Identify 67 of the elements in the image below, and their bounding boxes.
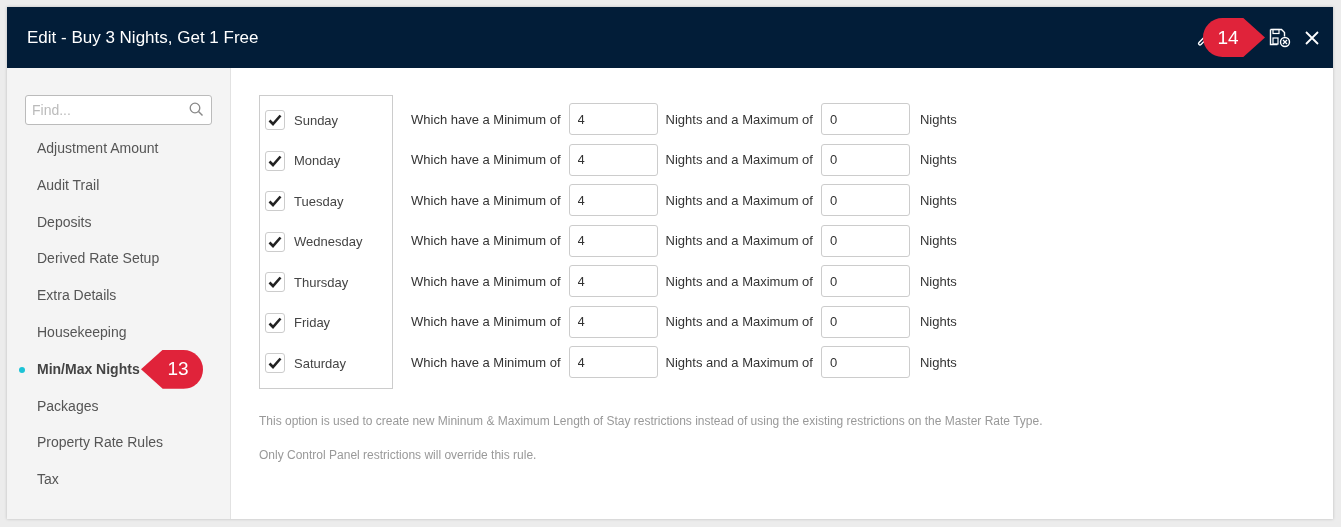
minimum-field[interactable]: 4 (568, 103, 658, 136)
minimum-label: Which have a Minimum of (411, 354, 561, 370)
minimum-label: Which have a Minimum of (411, 314, 561, 330)
minimum-field[interactable]: 4 (568, 143, 658, 176)
minimum-label: Which have a Minimum of (411, 233, 561, 249)
sidebar-item[interactable]: Tax (19, 461, 212, 498)
nights-label: Nights (919, 233, 957, 249)
nights-label: Nights (919, 111, 957, 127)
maximum-field[interactable]: 0 (820, 143, 910, 176)
nights-label: Nights (919, 152, 957, 168)
maximum-field[interactable]: 0 (820, 346, 910, 379)
minimum-label: Which have a Minimum of (411, 152, 561, 168)
close-icon[interactable] (1305, 30, 1319, 45)
nights-label: Nights (919, 354, 957, 370)
maximum-field[interactable]: 0 (820, 184, 910, 217)
sidebar-item[interactable]: Property Rate Rules (19, 424, 212, 462)
minimum-label: Which have a Minimum of (411, 111, 561, 127)
sidebar-item[interactable]: Derived Rate Setup (19, 240, 212, 278)
sidebar-item[interactable]: Extra Details (19, 277, 212, 314)
callout-tooltip: 13 (141, 349, 203, 389)
day-label: Thursday (294, 274, 349, 290)
save-close-icon[interactable] (1269, 27, 1291, 48)
minimum-field[interactable]: 4 (568, 305, 658, 338)
minimum-field[interactable]: 4 (568, 265, 658, 298)
search-icon (189, 102, 204, 117)
maximum-label: Nights and a Maximum of (665, 233, 813, 249)
sidebar-item[interactable]: Deposits (19, 203, 212, 241)
sidebar-item[interactable]: Audit Trail (19, 166, 212, 204)
maximum-field[interactable]: 0 (820, 305, 910, 338)
callout-tooltip: 14 (1203, 18, 1265, 57)
maximum-label: Nights and a Maximum of (665, 152, 813, 168)
maximum-field[interactable]: 0 (820, 224, 910, 257)
minimum-field[interactable]: 4 (568, 224, 658, 257)
help-text: This option is used to create new Mininum & Maximum Length of Stay restrictions instead of using the existing restrictions on the Master Rate Type. (259, 413, 1044, 428)
maximum-field[interactable]: 0 (820, 265, 910, 298)
help-text: Only Control Panel restrictions will override this rule. (259, 447, 538, 462)
minimum-label: Which have a Minimum of (411, 273, 561, 289)
day-label: Tuesday (294, 193, 344, 209)
maximum-label: Nights and a Maximum of (665, 192, 813, 208)
checkbox[interactable] (265, 353, 285, 374)
day-label: Sunday (294, 112, 339, 128)
day-label: Wednesday (294, 234, 363, 250)
checkbox[interactable] (265, 312, 285, 333)
day-label: Friday (294, 315, 331, 331)
nights-label: Nights (919, 273, 957, 289)
maximum-label: Nights and a Maximum of (665, 314, 813, 330)
checkbox[interactable] (265, 110, 285, 131)
maximum-label: Nights and a Maximum of (665, 111, 813, 127)
window-title: Edit - Buy 3 Nights, Get 1 Free (27, 27, 259, 48)
checkbox[interactable] (265, 231, 285, 252)
search-field[interactable]: Find... (25, 95, 212, 125)
maximum-field[interactable]: 0 (820, 103, 910, 136)
sidebar-item[interactable]: Adjustment Amount (19, 130, 212, 167)
checkbox[interactable] (265, 191, 285, 212)
minimum-field[interactable]: 4 (568, 184, 658, 217)
maximum-label: Nights and a Maximum of (665, 273, 813, 289)
maximum-label: Nights and a Maximum of (665, 354, 813, 370)
checkbox[interactable] (265, 150, 285, 171)
sidebar-item[interactable]: Housekeeping (19, 314, 212, 351)
minimum-field[interactable]: 4 (568, 346, 658, 379)
day-label: Saturday (294, 355, 347, 371)
minimum-label: Which have a Minimum of (411, 192, 561, 208)
sidebar-item[interactable]: Packages (19, 387, 212, 425)
checkbox[interactable] (265, 272, 285, 293)
nights-label: Nights (919, 314, 957, 330)
nights-label: Nights (919, 192, 957, 208)
day-label: Monday (294, 153, 341, 169)
